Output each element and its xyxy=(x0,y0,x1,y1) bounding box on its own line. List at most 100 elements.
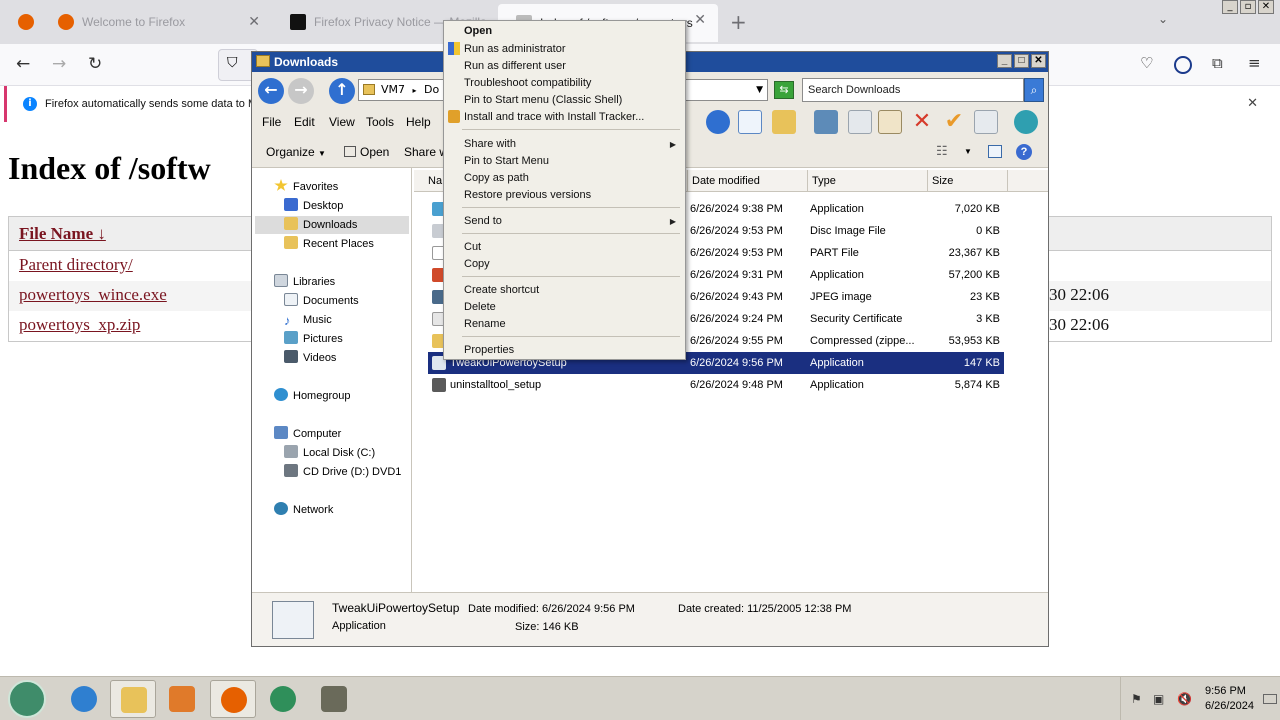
file-link[interactable]: powertoys_xp.zip xyxy=(19,315,140,335)
chevron-right-icon[interactable]: ▸ xyxy=(413,86,417,95)
menu-tools[interactable]: Tools xyxy=(366,115,394,129)
maximize-button[interactable]: □ xyxy=(1014,54,1029,68)
ctx-copy[interactable]: Copy xyxy=(464,256,490,273)
taskbar-media-player[interactable] xyxy=(159,680,205,718)
taskbar-windows-explorer[interactable] xyxy=(110,680,156,718)
menu-view[interactable]: View xyxy=(329,115,355,129)
column-date-modified[interactable]: Date modified xyxy=(688,170,808,192)
close-icon[interactable]: ✕ xyxy=(248,13,260,30)
menu-help[interactable]: Help xyxy=(406,115,431,129)
close-button[interactable]: ✕ xyxy=(1031,54,1046,68)
volume-muted-icon[interactable]: 🔇 xyxy=(1177,692,1192,706)
chevron-down-icon[interactable]: ▼ xyxy=(964,147,972,156)
nav-videos[interactable]: Videos xyxy=(284,349,336,367)
breadcrumb-item[interactable]: VM7 xyxy=(381,83,405,96)
up-arrow-icon[interactable]: ↑ xyxy=(329,78,355,104)
paste-icon[interactable] xyxy=(878,110,902,134)
account-icon[interactable] xyxy=(1174,56,1192,74)
nav-downloads[interactable]: Downloads xyxy=(255,216,409,234)
nav-cd-drive[interactable]: CD Drive (D:) DVD1 xyxy=(284,463,401,481)
start-button[interactable] xyxy=(8,680,46,718)
hamburger-menu-icon[interactable]: ≡ xyxy=(1248,54,1261,72)
ctx-rename[interactable]: Rename xyxy=(464,316,506,333)
minimize-button[interactable]: _ xyxy=(1222,0,1238,14)
move-to-folder-icon[interactable] xyxy=(772,110,796,134)
ctx-run-as-administrator[interactable]: Run as administrator xyxy=(464,41,566,58)
column-type[interactable]: Type xyxy=(808,170,928,192)
extensions-icon[interactable]: ⧉ xyxy=(1212,54,1223,72)
delete-x-icon[interactable]: ✕ xyxy=(910,110,934,134)
restore-button[interactable]: ▫ xyxy=(1240,0,1256,14)
table-row[interactable]: uninstalltool_setup 6/26/2024 9:48 PM Ap… xyxy=(428,374,1004,396)
nav-computer[interactable]: Computer xyxy=(274,425,341,443)
nav-pictures[interactable]: Pictures xyxy=(284,330,343,348)
ctx-copy-as-path[interactable]: Copy as path xyxy=(464,170,529,187)
close-icon[interactable]: ✕ xyxy=(1247,96,1258,111)
menu-edit[interactable]: Edit xyxy=(294,115,315,129)
cut-icon[interactable] xyxy=(814,110,838,134)
show-desktop-icon[interactable] xyxy=(1263,694,1277,704)
forward-arrow-icon[interactable]: → xyxy=(52,54,66,74)
nav-music[interactable]: ♪ Music xyxy=(284,311,332,329)
nav-network[interactable]: Network xyxy=(274,501,333,519)
ctx-send-to[interactable]: Send to ▶ xyxy=(464,213,682,230)
menu-file[interactable]: File xyxy=(262,115,281,129)
ctx-run-as-different-user[interactable]: Run as different user xyxy=(464,58,566,75)
clock-time[interactable]: 9:56 PM xyxy=(1205,685,1246,697)
search-input[interactable]: Search Downloads xyxy=(802,78,1024,102)
back-arrow-icon[interactable]: ← xyxy=(258,78,284,104)
tab-list-chevron-icon[interactable]: ⌄ xyxy=(1158,12,1168,26)
help-icon[interactable]: ? xyxy=(1016,144,1032,160)
nav-recent-places[interactable]: Recent Places xyxy=(284,235,374,253)
ctx-pin-to-start-classic[interactable]: Pin to Start menu (Classic Shell) xyxy=(464,92,622,109)
close-button[interactable]: ✕ xyxy=(1258,0,1274,14)
action-center-flag-icon[interactable]: ⚑ xyxy=(1131,692,1145,706)
nav-libraries[interactable]: Libraries xyxy=(274,273,335,291)
chevron-down-icon[interactable]: ▼ xyxy=(756,80,763,100)
pocket-icon[interactable]: ♡ xyxy=(1140,54,1153,72)
nav-favorites[interactable]: Favorites xyxy=(274,178,338,196)
breadcrumb-item[interactable]: Do xyxy=(424,83,439,96)
up-folder-icon[interactable] xyxy=(706,110,730,134)
preview-pane-icon[interactable] xyxy=(988,145,1002,158)
ctx-install-and-trace[interactable]: Install and trace with Install Tracker..… xyxy=(464,109,644,126)
network-status-icon[interactable]: ▣ xyxy=(1153,692,1167,706)
parent-directory-link[interactable]: Parent directory/ xyxy=(19,255,133,275)
shield-icon[interactable]: ⛉ xyxy=(227,55,238,71)
globe-icon[interactable] xyxy=(1014,110,1038,134)
minimize-button[interactable]: _ xyxy=(997,54,1012,68)
forward-arrow-icon[interactable]: → xyxy=(288,78,314,104)
close-icon[interactable]: ✕ xyxy=(694,11,706,28)
view-options-icon[interactable]: ☷ xyxy=(936,143,948,159)
organize-button[interactable]: Organize ▼ xyxy=(266,145,326,159)
ctx-cut[interactable]: Cut xyxy=(464,239,481,256)
copy-icon[interactable] xyxy=(848,110,872,134)
properties-check-icon[interactable]: ✔ xyxy=(942,110,966,134)
refresh-icon[interactable]: ⇆ xyxy=(774,81,794,99)
taskbar-firefox[interactable] xyxy=(210,680,256,718)
new-tab-plus-icon[interactable]: + xyxy=(730,10,747,34)
taskbar-network-globe[interactable] xyxy=(260,680,306,718)
nav-documents[interactable]: Documents xyxy=(284,292,359,310)
ctx-share-with[interactable]: Share with ▶ xyxy=(464,136,682,153)
ctx-troubleshoot-compatibility[interactable]: Troubleshoot compatibility xyxy=(464,75,591,92)
nav-desktop[interactable]: Desktop xyxy=(284,197,343,215)
ctx-restore-previous-versions[interactable]: Restore previous versions xyxy=(464,187,591,204)
folders-pane-icon[interactable] xyxy=(738,110,762,134)
taskbar-installer[interactable] xyxy=(311,680,357,718)
search-icon[interactable]: ⌕ xyxy=(1024,78,1044,102)
file-name-sort-link[interactable]: File Name ↓ xyxy=(19,224,106,244)
taskbar-internet-explorer[interactable] xyxy=(61,680,107,718)
share-with-button[interactable]: Share w xyxy=(404,145,448,159)
open-button[interactable]: Open xyxy=(344,145,389,159)
reload-icon[interactable]: ↻ xyxy=(88,54,102,74)
file-link[interactable]: powertoys_wince.exe xyxy=(19,285,167,305)
ctx-pin-to-start-menu[interactable]: Pin to Start Menu xyxy=(464,153,549,170)
ctx-properties[interactable]: Properties xyxy=(464,342,514,359)
email-icon[interactable] xyxy=(974,110,998,134)
nav-local-disk[interactable]: Local Disk (C:) xyxy=(284,444,375,462)
firefox-menu-tab[interactable] xyxy=(0,0,40,44)
back-arrow-icon[interactable]: ← xyxy=(16,54,30,74)
ctx-open[interactable]: Open xyxy=(464,23,492,40)
clock-date[interactable]: 6/26/2024 xyxy=(1205,700,1254,712)
